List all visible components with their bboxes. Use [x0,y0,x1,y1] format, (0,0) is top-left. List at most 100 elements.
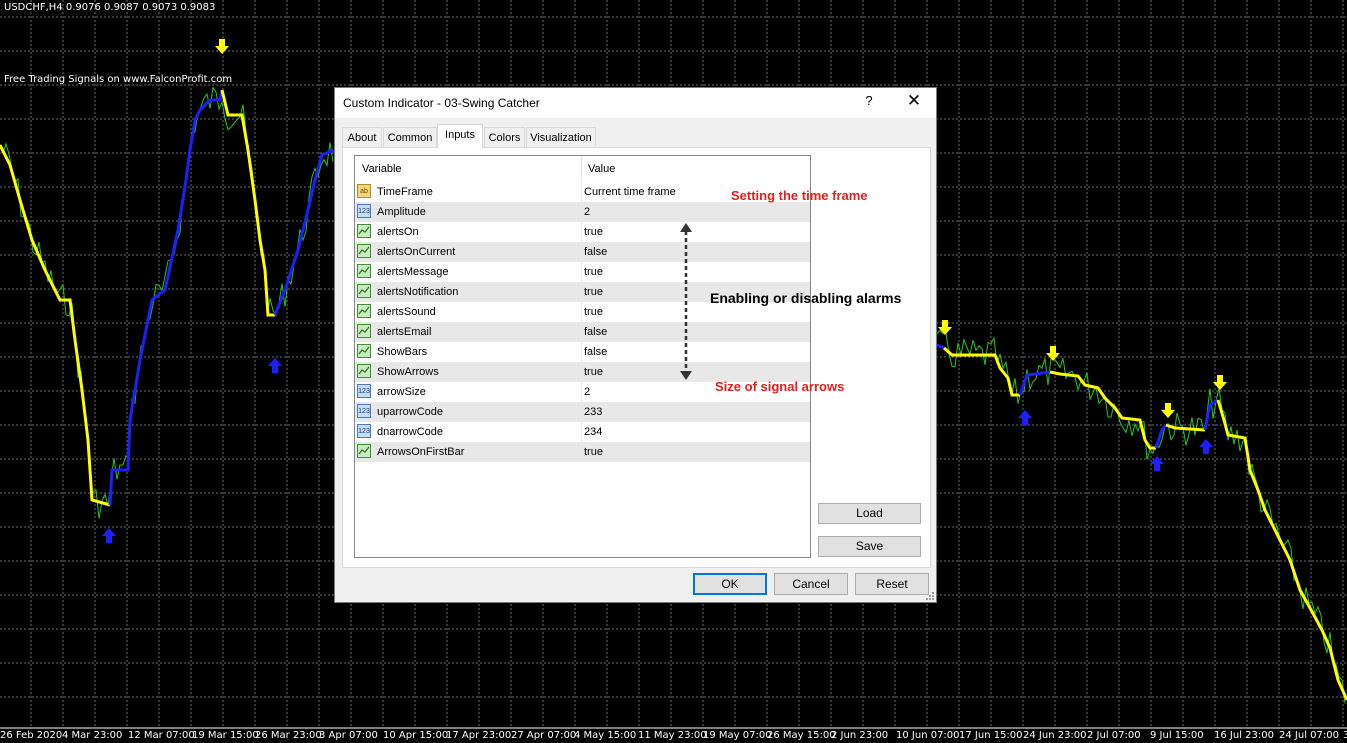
close-button[interactable]: ✕ [901,91,927,113]
row-variable-name: TimeFrame [377,186,433,198]
boolean-type-icon [357,324,371,338]
inputs-panel: Variable Value ab TimeFrame Current time f… [342,147,931,568]
ok-button[interactable]: OK [693,573,767,595]
table-row[interactable]: alertsOn true [355,222,810,242]
time-axis-label: 3 [1343,730,1347,741]
buy-arrow-icon [1199,439,1213,454]
time-axis-label: 16 Jul 23:00 [1214,730,1274,741]
row-variable-name: ShowArrows [377,366,439,378]
annotation-alarms: Enabling or disabling alarms [710,290,902,306]
time-axis-label: 11 May 23:00 [638,730,707,741]
boolean-type-icon [357,264,371,278]
column-separator [581,442,582,462]
row-value[interactable]: true [584,226,603,238]
row-value[interactable]: false [584,346,607,358]
row-variable-name: uparrowCode [377,406,444,418]
column-separator [581,342,582,362]
row-value[interactable]: Current time frame [584,186,676,198]
time-axis-label: 19 Mar 15:00 [192,730,259,741]
boolean-type-icon [357,244,371,258]
row-value[interactable]: true [584,286,603,298]
table-row[interactable]: 123 Amplitude 2 [355,202,810,222]
integer-type-icon: 123 [357,384,371,398]
table-header: Variable Value [355,156,810,180]
inputs-table[interactable]: Variable Value ab TimeFrame Current time f… [354,155,811,558]
column-separator [581,362,582,382]
column-separator [581,422,582,442]
custom-indicator-dialog: Custom Indicator - 03-Swing Catcher ? ✕ … [334,87,937,603]
row-variable-name: alertsOnCurrent [377,246,456,258]
boolean-type-icon [357,344,371,358]
tab-about[interactable]: About [342,127,382,147]
tab-common[interactable]: Common [383,127,437,147]
time-axis-label: 26 May 15:00 [767,730,836,741]
row-variable-name: alertsOn [377,226,419,238]
column-separator [581,182,582,202]
resize-grip-icon[interactable] [925,591,935,601]
boolean-type-icon [357,284,371,298]
time-axis-label: 27 Apr 07:00 [511,730,577,741]
boolean-type-icon [357,364,371,378]
save-button[interactable]: Save [818,536,921,557]
buy-arrow-icon [1150,456,1164,471]
time-axis-label: 12 Mar 07:00 [128,730,195,741]
row-variable-name: alertsSound [377,306,436,318]
table-row[interactable]: alertsOnCurrent false [355,242,810,262]
time-axis-label: 19 May 07:00 [703,730,772,741]
header-separator [581,156,582,180]
row-value[interactable]: true [584,366,603,378]
downtrend-segment [0,144,111,507]
row-variable-name: ShowBars [377,346,428,358]
table-row[interactable]: 123 uparrowCode 233 [355,402,810,422]
row-value[interactable]: true [584,266,603,278]
column-separator [581,222,582,242]
reset-button[interactable]: Reset [855,573,929,595]
row-value[interactable]: true [584,306,603,318]
downtrend-segment [1216,399,1347,701]
table-row[interactable]: 123 dnarrowCode 234 [355,422,810,442]
sell-arrow-icon [215,39,229,54]
buy-arrow-icon [1018,410,1032,425]
row-variable-name: alertsEmail [377,326,432,338]
row-variable-name: dnarrowCode [377,426,444,438]
uptrend-segment [1154,424,1168,449]
time-axis-label: 4 May 15:00 [574,730,637,741]
row-value[interactable]: 2 [584,206,590,218]
table-row[interactable]: alertsMessage true [355,262,810,282]
help-button[interactable]: ? [857,93,881,113]
cancel-button[interactable]: Cancel [774,573,848,595]
downtrend-segment [220,89,275,317]
watermark-text: Free Trading Signals on www.FalconProfit… [4,74,233,85]
time-axis-label: 17 Apr 23:00 [446,730,512,741]
tab-colors[interactable]: Colors [484,127,525,147]
time-axis-label: 10 Jun 07:00 [896,730,960,741]
time-axis-label: 17 Jun 15:00 [959,730,1023,741]
column-separator [581,202,582,222]
row-value[interactable]: false [584,246,607,258]
row-value[interactable]: 233 [584,406,602,418]
boolean-type-icon [357,304,371,318]
header-variable[interactable]: Variable [362,163,402,175]
time-axis-label: 26 Mar 23:00 [255,730,322,741]
tab-inputs[interactable]: Inputs [437,124,483,148]
column-separator [581,262,582,282]
row-value[interactable]: false [584,326,607,338]
integer-type-icon: 123 [357,424,371,438]
annotation-timeframe: Setting the time frame [731,188,868,203]
table-row[interactable]: ShowBars false [355,342,810,362]
column-separator [581,282,582,302]
row-value[interactable]: true [584,446,603,458]
load-button[interactable]: Load [818,503,921,524]
buy-arrow-icon [102,528,116,543]
sell-arrow-icon [1161,403,1175,418]
tab-visualization[interactable]: Visualization [526,127,596,147]
row-variable-name: alertsMessage [377,266,449,278]
table-row[interactable]: alertsEmail false [355,322,810,342]
header-value[interactable]: Value [588,163,615,175]
downtrend-segment [1049,370,1156,450]
table-row[interactable]: ArrowsOnFirstBar true [355,442,810,462]
row-value[interactable]: 234 [584,426,602,438]
time-axis-label: 2 Jul 07:00 [1087,730,1141,741]
row-value[interactable]: 2 [584,386,590,398]
column-separator [581,242,582,262]
